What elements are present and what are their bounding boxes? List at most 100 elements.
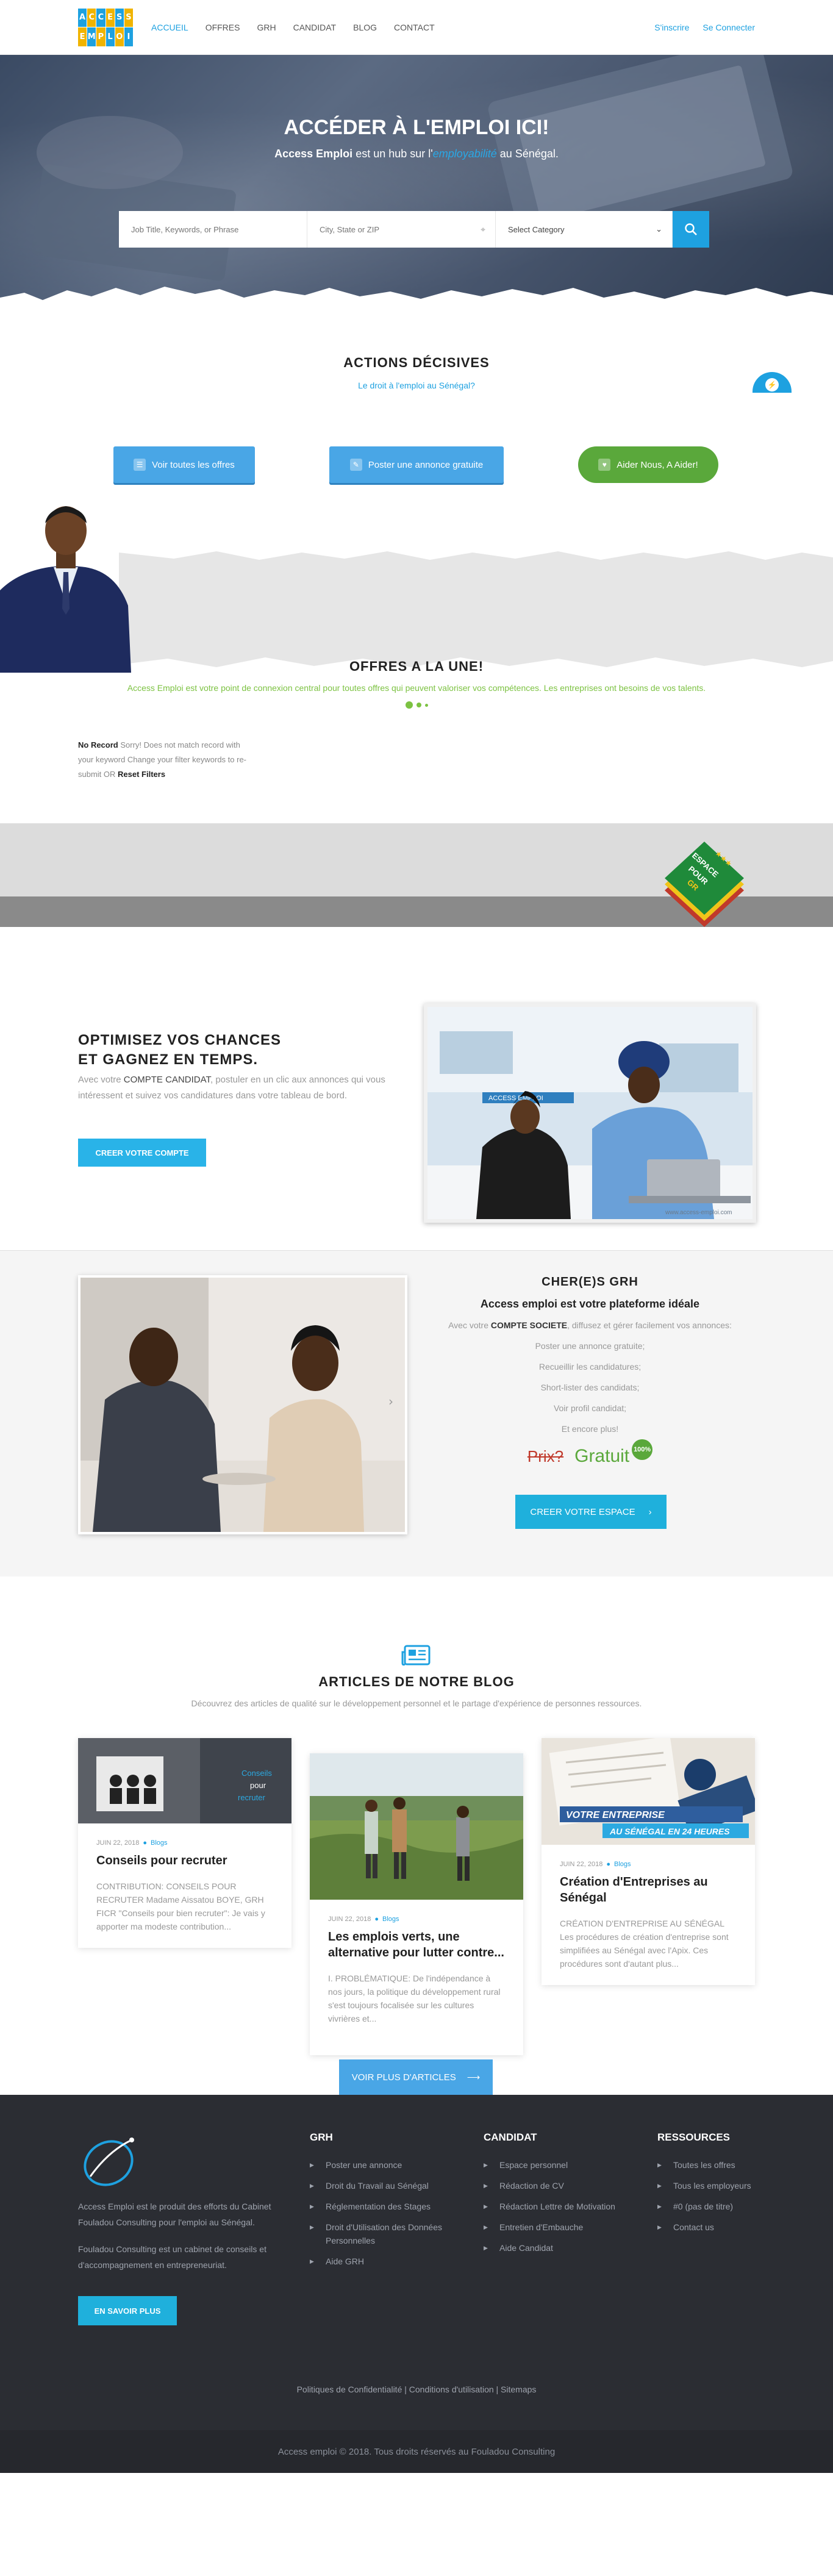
- actions-section: ACTIONS DÉCISIVES Le droit à l'emploi au…: [0, 311, 833, 673]
- site-footer: Access Emploi est le produit des efforts…: [0, 2095, 833, 2473]
- nav-contact[interactable]: CONTACT: [394, 23, 435, 32]
- intro-post: , diffusez et gérer facilement vos annon…: [567, 1320, 732, 1330]
- intro-bold: COMPTE SOCIETE: [490, 1320, 568, 1330]
- footer-link[interactable]: Rédaction de CV: [484, 2179, 642, 2192]
- hr-heading: CHER(E)S GRH: [542, 1275, 638, 1289]
- post-offer-button[interactable]: ✎ Poster une annonce gratuite: [329, 446, 504, 483]
- old-price: Prix?: [527, 1447, 564, 1465]
- legal-links[interactable]: Politiques de Confidentialité | Conditio…: [0, 2385, 833, 2394]
- nav-accueil[interactable]: ACCUEIL: [151, 23, 188, 32]
- footer-link[interactable]: #0 (pas de titre): [657, 2200, 779, 2213]
- signup-link[interactable]: S'inscrire: [654, 23, 689, 32]
- nav-blog[interactable]: BLOG: [353, 23, 377, 32]
- image-url: www.access-emploi.com: [665, 1209, 732, 1216]
- footer-link[interactable]: Réglementation des Stages: [310, 2200, 468, 2213]
- globe-logo-icon[interactable]: [78, 2133, 139, 2188]
- no-record-label: No Record: [78, 740, 118, 750]
- footer-link[interactable]: Contact us: [657, 2220, 779, 2234]
- carousel-dot[interactable]: [416, 703, 421, 707]
- site-header: A C C E S S E M P L O I ACCUEIL OFFRES G…: [0, 0, 833, 55]
- blog-category[interactable]: Blogs: [614, 1861, 631, 1868]
- hero-title: ACCÉDER À L'EMPLOI ICI!: [284, 116, 549, 139]
- search-button[interactable]: [673, 211, 709, 248]
- field-workers-image: [310, 1753, 523, 1900]
- candidate-promo-text: Avec votre COMPTE CANDIDAT, postuler en …: [78, 1072, 407, 1104]
- footer-col-title: GRH: [310, 2131, 333, 2143]
- blog-subtitle: Découvrez des articles de qualité sur le…: [191, 1698, 642, 1708]
- create-space-button[interactable]: CREER VOTRE ESPACE ›: [515, 1495, 667, 1529]
- title-line1: OPTIMISEZ VOS CHANCES: [78, 1032, 282, 1048]
- hr-feature: Recueillir les candidatures;: [538, 1362, 642, 1372]
- site-logo[interactable]: A C C E S S E M P L O I: [78, 8, 133, 46]
- actions-title: ACTIONS DÉCISIVES: [343, 355, 490, 370]
- blog-category[interactable]: Blogs: [382, 1916, 399, 1923]
- nav-offres[interactable]: OFFRES: [206, 23, 240, 32]
- about-text-1: Access Emploi est le produit des efforts…: [78, 2202, 271, 2227]
- text-pre: Avec votre: [78, 1075, 124, 1085]
- offers-subtitle: Access Emploi est votre point de connexi…: [127, 683, 706, 693]
- actions-link[interactable]: Le droit à l'emploi au Sénégal?: [0, 381, 833, 390]
- search-icon: [685, 223, 697, 235]
- hr-feature: Short-lister des candidats;: [540, 1383, 640, 1392]
- category-select-value: Select Category: [508, 224, 565, 234]
- copyright-bar: Access emploi © 2018. Tous droits réserv…: [0, 2430, 833, 2473]
- offers-heading: OFFRES A LA UNE!: [0, 659, 833, 674]
- blog-excerpt: I. PROBLÉMATIQUE: De l'indépendance à no…: [328, 1973, 501, 2023]
- thumb-text-3: recruter: [238, 1793, 265, 1802]
- hero-highlight: employabilité: [432, 148, 497, 160]
- reset-filters-link[interactable]: Reset Filters: [118, 770, 165, 779]
- gift-icon: ♥: [598, 459, 611, 471]
- create-account-button[interactable]: CREER VOTRE COMPTE: [78, 1139, 206, 1167]
- learn-more-button[interactable]: EN SAVOIR PLUS: [78, 2296, 177, 2325]
- keywords-input[interactable]: [131, 224, 295, 234]
- offers-section: OFFRES A LA UNE! Access Emploi est votre…: [0, 610, 833, 823]
- blog-card[interactable]: Conseils pour recruter JUIN 22, 2018 ● Blo…: [78, 1738, 291, 1948]
- logo-letter: C: [87, 8, 96, 27]
- carousel-dot[interactable]: [424, 703, 428, 707]
- logo-letter: S: [115, 8, 124, 27]
- more-articles-button[interactable]: VOIR PLUS D'ARTICLES ⟶: [339, 2059, 493, 2095]
- blog-card-title[interactable]: Conseils pour recruter: [96, 1853, 273, 1869]
- footer-link[interactable]: Toutes les offres: [657, 2158, 779, 2172]
- footer-link[interactable]: Entretien d'Embauche: [484, 2220, 642, 2234]
- blog-card-title[interactable]: Les emplois verts, une alternative pour …: [328, 1929, 505, 1961]
- footer-link[interactable]: Espace personnel: [484, 2158, 642, 2172]
- help-us-label: Aider Nous, A Aider!: [617, 459, 698, 470]
- login-link[interactable]: Se Connecter: [703, 23, 755, 32]
- help-us-button[interactable]: ♥ Aider Nous, A Aider!: [578, 446, 718, 483]
- hero-subtitle: Access Emploi est un hub sur l'employabi…: [0, 148, 833, 160]
- blog-meta: JUIN 22, 2018 ● Blogs: [560, 1861, 737, 1868]
- footer-link[interactable]: Aide GRH: [310, 2255, 468, 2268]
- footer-col-title: CANDIDAT: [484, 2131, 537, 2143]
- dot-separator: ●: [374, 1916, 379, 1923]
- blog-heading: ARTICLES DE NOTRE BLOG: [0, 1674, 833, 1690]
- espace-gr-band: ★★★ ESPACE POUR GR: [0, 823, 833, 964]
- blog-title: ARTICLES DE NOTRE BLOG: [318, 1674, 515, 1689]
- blog-card-title[interactable]: Création d'Entreprises au Sénégal: [560, 1874, 737, 1906]
- carousel-dot-active[interactable]: [405, 701, 413, 709]
- nav-candidat[interactable]: CANDIDAT: [293, 23, 337, 32]
- no-record-message: No Record Sorry! Does not match record w…: [78, 738, 249, 782]
- chevron-down-icon: ⌄: [656, 224, 662, 234]
- all-offers-button[interactable]: ☰ Voir toutes les offres: [113, 446, 255, 483]
- blog-card[interactable]: VOTRE ENTREPRISE AU SÉNÉGAL EN 24 HEURES…: [542, 1738, 755, 1985]
- footer-link[interactable]: Tous les employeurs: [657, 2179, 779, 2192]
- dot-separator: ●: [606, 1861, 610, 1868]
- blog-card[interactable]: JUIN 22, 2018 ● Blogs Les emplois verts, u…: [310, 1753, 523, 2055]
- nav-grh[interactable]: GRH: [257, 23, 276, 32]
- location-input[interactable]: [320, 224, 483, 234]
- footer-link[interactable]: Droit du Travail au Sénégal: [310, 2179, 468, 2192]
- blog-category[interactable]: Blogs: [151, 1839, 168, 1847]
- hero-background-image: [31, 55, 793, 281]
- espace-gr-badge[interactable]: ★★★ ESPACE POUR GR: [659, 829, 750, 927]
- footer-link[interactable]: Poster une annonce: [310, 2158, 468, 2172]
- footer-link[interactable]: Rédaction Lettre de Motivation: [484, 2200, 642, 2213]
- megaphone-icon: ✎: [349, 459, 362, 471]
- footer-link[interactable]: Aide Candidat: [484, 2241, 642, 2255]
- carousel-dots: [0, 701, 833, 709]
- logo-letter: C: [96, 8, 105, 27]
- crosshair-icon[interactable]: ⌖: [481, 224, 485, 235]
- footer-col-title: RESSOURCES: [657, 2131, 731, 2143]
- footer-link[interactable]: Droit d'Utilisation des Données Personne…: [310, 2220, 468, 2247]
- category-select[interactable]: Select Category ⌄: [496, 211, 673, 248]
